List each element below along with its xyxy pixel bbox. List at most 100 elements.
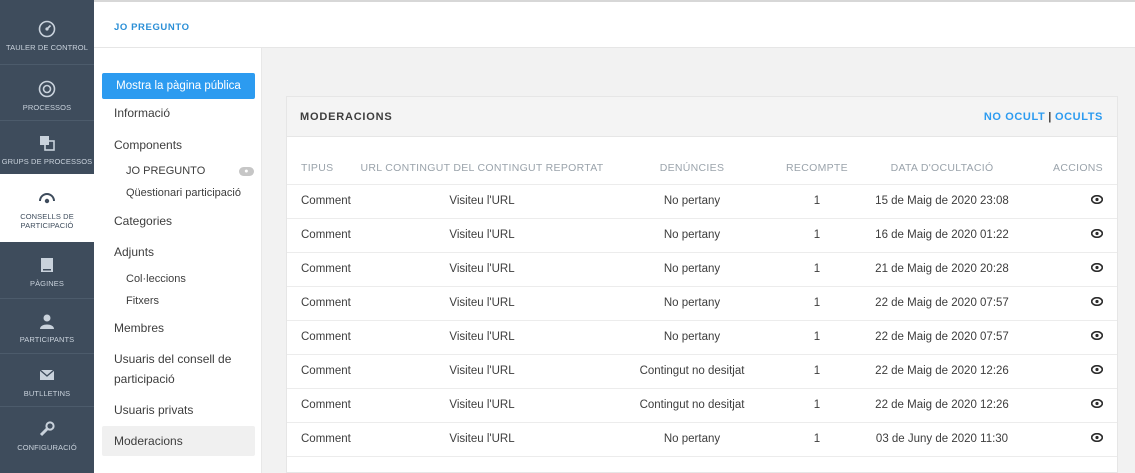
cell-type: Comment — [287, 320, 357, 355]
page-title: JO PREGUNTO — [114, 22, 190, 33]
cell-actions — [1027, 286, 1117, 321]
cell-report-count: 1 — [777, 354, 857, 389]
table-row: Comment Visiteu l'URL Contingut no desitja… — [287, 354, 1117, 389]
visibility-filters: NO OCULT | OCULTS — [984, 111, 1103, 123]
cell-hidden-date: 22 de Maig de 2020 07:57 — [857, 320, 1027, 355]
cell-report-reason: No pertany — [607, 184, 777, 219]
sidebar-item-process-groups[interactable]: GRUPS DE PROCESSOS — [0, 126, 94, 172]
column-header-reports[interactable]: DENÚNCIES — [607, 152, 777, 185]
table-row: Comment Visiteu l'URL No pertany 1 16 de Mai… — [287, 218, 1117, 253]
column-header-type[interactable]: TIPUS — [287, 152, 357, 185]
nav-component-jo-pregunto[interactable]: JO PREGUNTO ● — [126, 165, 254, 177]
column-header-hidden-date[interactable]: DATA D'OCULTACIÓ — [857, 152, 1027, 185]
card-header: MODERACIONS NO OCULT | OCULTS — [287, 97, 1117, 137]
cell-actions — [1027, 422, 1117, 457]
eye-icon[interactable] — [1090, 296, 1104, 307]
nav-fitxers[interactable]: Fitxers — [126, 295, 159, 307]
sidebar-item-label: CONSELLS DE PARTICIPACIÓ — [20, 211, 74, 230]
cell-report-count: 1 — [777, 422, 857, 457]
cell-report-reason: No pertany — [607, 218, 777, 253]
eye-icon[interactable] — [1090, 398, 1104, 409]
nav-categories[interactable]: Categories — [114, 214, 172, 228]
sidebar-item-newsletter[interactable]: BUTLLETINS — [0, 358, 94, 404]
table-header-row: TIPUS URL CONTINGUT DEL CONTINGUT REPORT… — [287, 152, 1117, 185]
show-public-page-button[interactable]: Mostra la pàgina pública — [102, 73, 255, 99]
table-row: Comment Visiteu l'URL No pertany 1 22 de Mai… — [287, 286, 1117, 321]
eye-icon[interactable] — [1090, 262, 1104, 273]
cell-type: Comment — [287, 184, 357, 219]
eye-icon[interactable] — [1090, 194, 1104, 205]
cell-hidden-date: 03 de Juny de 2020 11:30 — [857, 422, 1027, 457]
page-header: JO PREGUNTO — [94, 6, 1135, 48]
cell-hidden-date: 22 de Maig de 2020 12:26 — [857, 388, 1027, 423]
sidebar-divider — [0, 298, 94, 299]
secondary-nav: Mostra la pàgina pública Informació Comp… — [94, 48, 262, 473]
cell-type: Comment — [287, 252, 357, 287]
cell-actions — [1027, 218, 1117, 253]
filter-hidden-link[interactable]: OCULTS — [1055, 111, 1103, 123]
sidebar-item-dashboard[interactable]: TAULER DE CONTROL — [0, 12, 94, 58]
eye-icon[interactable] — [1090, 364, 1104, 375]
cell-actions — [1027, 354, 1117, 389]
pages-icon — [36, 254, 58, 276]
nav-components[interactable]: Components — [114, 138, 182, 152]
cell-type: Comment — [287, 388, 357, 423]
sidebar-item-participants[interactable]: PARTICIPANTS — [0, 304, 94, 350]
table-row: Comment Visiteu l'URL Contingut no desitja… — [287, 388, 1117, 423]
nav-moderacions[interactable]: Moderacions — [114, 434, 183, 448]
cell-report-reason: Contingut no desitjat — [607, 388, 777, 423]
table-row: Comment Visiteu l'URL No pertany 1 21 de Mai… — [287, 252, 1117, 287]
dashboard-icon — [36, 18, 58, 40]
cell-url-link[interactable]: Visiteu l'URL — [357, 422, 607, 457]
cell-report-reason: No pertany — [607, 286, 777, 321]
cell-report-reason: No pertany — [607, 252, 777, 287]
column-header-count[interactable]: RECOMPTE — [777, 152, 857, 185]
filter-not-hidden-link[interactable]: NO OCULT — [984, 111, 1045, 123]
cell-actions — [1027, 252, 1117, 287]
nav-usuaris-consell-line1[interactable]: Usuaris del consell de — [114, 352, 231, 366]
sidebar-divider — [0, 120, 94, 121]
cell-type: Comment — [287, 286, 357, 321]
cell-hidden-date: 22 de Maig de 2020 12:26 — [857, 354, 1027, 389]
cell-type: Comment — [287, 422, 357, 457]
nav-informacio[interactable]: Informació — [114, 106, 170, 120]
nav-component-questionari[interactable]: Qüestionari participació — [126, 187, 241, 199]
sidebar-item-assemblies[interactable]: CONSELLS DE PARTICIPACIÓ — [0, 174, 94, 242]
eye-icon[interactable] — [1090, 228, 1104, 239]
cell-url-link[interactable]: Visiteu l'URL — [357, 184, 607, 219]
sidebar-item-settings[interactable]: CONFIGURACIÓ — [0, 412, 94, 458]
cell-url-link[interactable]: Visiteu l'URL — [357, 286, 607, 321]
top-divider — [94, 0, 1135, 2]
cell-url-link[interactable]: Visiteu l'URL — [357, 252, 607, 287]
sidebar-item-pages[interactable]: PÀGINES — [0, 248, 94, 294]
cell-actions — [1027, 320, 1117, 355]
column-header-actions: ACCIONS — [1027, 152, 1117, 185]
nav-usuaris-privats[interactable]: Usuaris privats — [114, 403, 193, 417]
moderations-card: MODERACIONS NO OCULT | OCULTS TIPUS URL CO… — [286, 96, 1118, 473]
cell-actions — [1027, 184, 1117, 219]
eye-icon[interactable] — [1090, 330, 1104, 341]
process-groups-icon — [36, 132, 58, 154]
cell-url-link[interactable]: Visiteu l'URL — [357, 354, 607, 389]
cell-report-count: 1 — [777, 184, 857, 219]
participants-icon — [36, 310, 58, 332]
sidebar-item-label: PROCESSOS — [22, 103, 72, 112]
filter-separator: | — [1048, 111, 1052, 123]
cell-url-link[interactable]: Visiteu l'URL — [357, 320, 607, 355]
cell-url-link[interactable]: Visiteu l'URL — [357, 218, 607, 253]
cell-type: Comment — [287, 354, 357, 389]
sidebar-item-processes[interactable]: PROCESSOS — [0, 72, 94, 118]
cell-url-link[interactable]: Visiteu l'URL — [357, 388, 607, 423]
nav-colleccions[interactable]: Col·leccions — [126, 273, 186, 285]
nav-membres[interactable]: Membres — [114, 321, 164, 335]
cell-hidden-date: 15 de Maig de 2020 23:08 — [857, 184, 1027, 219]
nav-usuaris-consell-line2[interactable]: participació — [114, 372, 175, 386]
cell-report-reason: No pertany — [607, 320, 777, 355]
main-sidebar: TAULER DE CONTROL PROCESSOS GRUPS DE PRO… — [0, 0, 94, 473]
eye-icon[interactable] — [1090, 432, 1104, 443]
component-toggle-icon[interactable]: ● — [239, 166, 254, 176]
column-header-url[interactable]: URL CONTINGUT DEL CONTINGUT REPORTAT — [357, 152, 607, 185]
sidebar-item-label: GRUPS DE PROCESSOS — [1, 157, 93, 166]
nav-adjunts[interactable]: Adjunts — [114, 245, 154, 259]
cell-type: Comment — [287, 218, 357, 253]
